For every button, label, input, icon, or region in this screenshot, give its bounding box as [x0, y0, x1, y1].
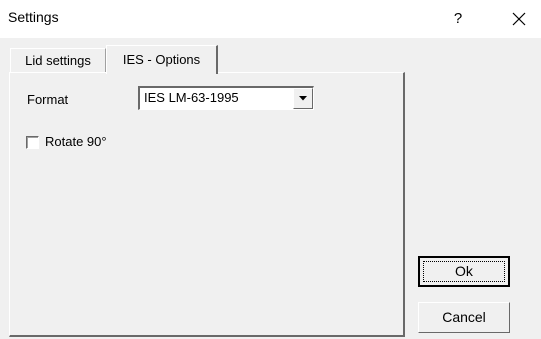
- rotate-90-label[interactable]: Rotate 90°: [45, 134, 107, 149]
- close-button[interactable]: [496, 0, 541, 38]
- format-label: Format: [27, 92, 69, 107]
- ies-options-panel: [9, 72, 405, 337]
- tab-ies-options[interactable]: IES - Options: [106, 45, 218, 74]
- format-select[interactable]: IES LM-63-1995: [138, 86, 314, 110]
- format-dropdown-button[interactable]: [293, 88, 313, 109]
- cancel-button-label: Cancel: [442, 309, 486, 325]
- window-title: Settings: [8, 9, 59, 25]
- focus-rectangle: [423, 261, 505, 282]
- ok-button[interactable]: Ok: [418, 256, 510, 287]
- format-select-value: IES LM-63-1995: [144, 90, 239, 105]
- help-button[interactable]: ?: [440, 0, 476, 38]
- close-icon: [512, 12, 525, 26]
- chevron-down-icon: [299, 96, 307, 101]
- title-bar: Settings ?: [0, 0, 541, 38]
- cancel-button[interactable]: Cancel: [418, 302, 510, 333]
- rotate-90-checkbox[interactable]: [26, 136, 39, 149]
- tab-lid-settings[interactable]: Lid settings: [10, 48, 106, 72]
- settings-dialog: Settings ? Lid settings IES - Options Fo…: [0, 0, 541, 339]
